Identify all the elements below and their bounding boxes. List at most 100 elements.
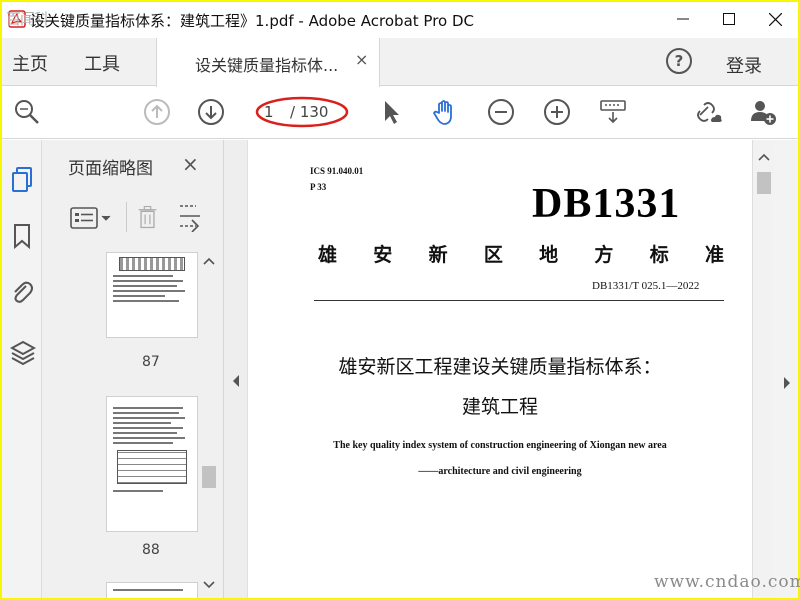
doc-standard-char: 区 [483, 244, 503, 266]
thumbnail-page-87[interactable] [106, 252, 198, 338]
page-thumbnails-panel: 页面缩略图 × 87 88 [42, 140, 224, 598]
select-tool-button[interactable] [376, 97, 406, 127]
text-line [113, 422, 171, 424]
doc-title-line2: 建筑工程 [461, 396, 538, 418]
menu-home[interactable]: 主页 [12, 50, 48, 76]
login-button[interactable]: 登录 [726, 52, 762, 78]
text-line [113, 432, 177, 434]
doc-title-line1: 雄安新区工程建设关键质量指标体系： [338, 356, 662, 378]
doc-standard-type: 雄 安 新 区 地 方 标 准 [318, 240, 724, 267]
pages-panel-button[interactable] [10, 166, 34, 192]
scroll-mode-button[interactable] [596, 97, 630, 127]
thumbnail-scroll-thumb[interactable] [202, 466, 216, 488]
text-line [113, 295, 165, 297]
text-line [113, 285, 177, 287]
minimize-button[interactable] [660, 2, 706, 36]
doc-divider [314, 300, 724, 301]
doc-standard-code: DB1331 [532, 181, 681, 227]
maximize-icon [723, 13, 735, 25]
thumbnail-scrollbar[interactable] [200, 248, 218, 596]
thumbnail-table [117, 450, 187, 484]
doc-english-subtitle: ——architecture and civil engineering [418, 466, 582, 477]
doc-standard-char: 雄 [318, 244, 338, 266]
menu-tools[interactable]: 工具 [84, 50, 120, 76]
left-rail [2, 140, 42, 598]
delete-page-icon[interactable] [126, 202, 162, 232]
doc-standard-char: 方 [594, 244, 614, 266]
page-number-input[interactable]: 1 [264, 103, 274, 121]
thumbnail-list: 87 88 [42, 244, 224, 598]
zoom-in-icon [544, 99, 570, 125]
collapse-right-pane-button[interactable] [774, 140, 798, 598]
scroll-up-icon[interactable] [758, 152, 770, 162]
link-cloud-icon [697, 102, 722, 122]
doc-standard-char: 安 [373, 244, 393, 266]
maximize-button[interactable] [706, 2, 752, 36]
help-button[interactable]: ? [666, 48, 692, 74]
thumbnail-page-89[interactable] [106, 582, 198, 598]
add-user-button[interactable] [748, 97, 778, 127]
document-scroll-thumb[interactable] [757, 172, 771, 194]
text-line [113, 275, 173, 277]
zoom-search-button[interactable] [12, 97, 42, 127]
doc-standard-char: 新 [428, 244, 448, 266]
hand-tool-button[interactable] [430, 97, 460, 127]
panel-close-button[interactable]: × [182, 152, 199, 176]
scroll-down-icon[interactable] [203, 580, 215, 590]
keyboard-scroll-icon [600, 100, 626, 124]
zoom-in-button[interactable] [542, 97, 572, 127]
acrobat-window: 百闻科 设关键质量指标体系：建筑工程》1.pdf - Adobe Acrobat… [2, 2, 798, 598]
thumbnail-page-number: 87 [142, 354, 160, 370]
window-title: 设关键质量指标体系：建筑工程》1.pdf - Adobe Acrobat Pro… [30, 12, 475, 30]
doc-p: P 33 [310, 182, 327, 192]
prev-page-button[interactable] [142, 97, 172, 127]
attachment-icon [14, 281, 33, 303]
zoom-out-button[interactable] [486, 97, 516, 127]
attachments-panel-button[interactable] [10, 278, 34, 304]
doc-standard-number: DB1331/T 025.1—2022 [592, 280, 700, 292]
text-line [113, 412, 179, 414]
document-tab[interactable]: 设关键质量指标体... × [156, 38, 380, 87]
document-page: ICS 91.040.01 P 33 DB1331 雄 安 新 区 地 方 标 … [248, 140, 752, 598]
share-link-button[interactable] [694, 97, 724, 127]
caret-left-icon [233, 375, 239, 387]
site-watermark: www.cndao.com [654, 572, 800, 592]
bookmarks-panel-button[interactable] [10, 222, 34, 250]
extract-page-icon[interactable] [174, 202, 204, 232]
doc-standard-char: 地 [539, 244, 559, 266]
doc-ics: ICS 91.040.01 [310, 166, 364, 176]
doc-standard-char: 准 [704, 244, 724, 266]
minimize-icon [677, 18, 689, 20]
text-line [113, 442, 173, 444]
text-line [113, 290, 185, 292]
next-page-button[interactable] [196, 97, 226, 127]
toolbar: 1 / 130 [2, 87, 798, 139]
close-icon [768, 12, 782, 26]
text-line [113, 427, 183, 429]
doc-english-title: The key quality index system of construc… [333, 440, 667, 451]
title-bar: 百闻科 设关键质量指标体系：建筑工程》1.pdf - Adobe Acrobat… [2, 2, 798, 36]
text-line [113, 300, 179, 302]
bookmark-icon [14, 224, 30, 250]
doc-standard-char: 标 [649, 244, 669, 266]
hand-tool-icon [433, 100, 452, 125]
close-window-button[interactable] [752, 2, 798, 36]
panel-title: 页面缩略图 [68, 159, 153, 179]
layers-icon [9, 340, 37, 366]
document-scrollbar[interactable] [752, 140, 774, 598]
document-tab-close-button[interactable]: × [355, 50, 368, 69]
menu-bar: 主页 工具 设关键质量指标体... × ? 登录 [2, 38, 798, 87]
text-line [113, 417, 185, 419]
text-line [113, 490, 163, 492]
document-tab-title: 设关键质量指标体... [195, 56, 339, 75]
panel-toolbar [70, 198, 210, 238]
text-line [113, 437, 185, 439]
text-line [113, 407, 183, 409]
collapse-left-pane-button[interactable] [224, 140, 248, 598]
scroll-up-icon[interactable] [203, 256, 215, 266]
pages-icon [12, 167, 32, 192]
layers-panel-button[interactable] [9, 338, 37, 366]
thumbnail-options-icon[interactable] [70, 206, 114, 230]
caret-right-icon [784, 377, 790, 389]
thumbnail-page-88[interactable] [106, 396, 198, 532]
